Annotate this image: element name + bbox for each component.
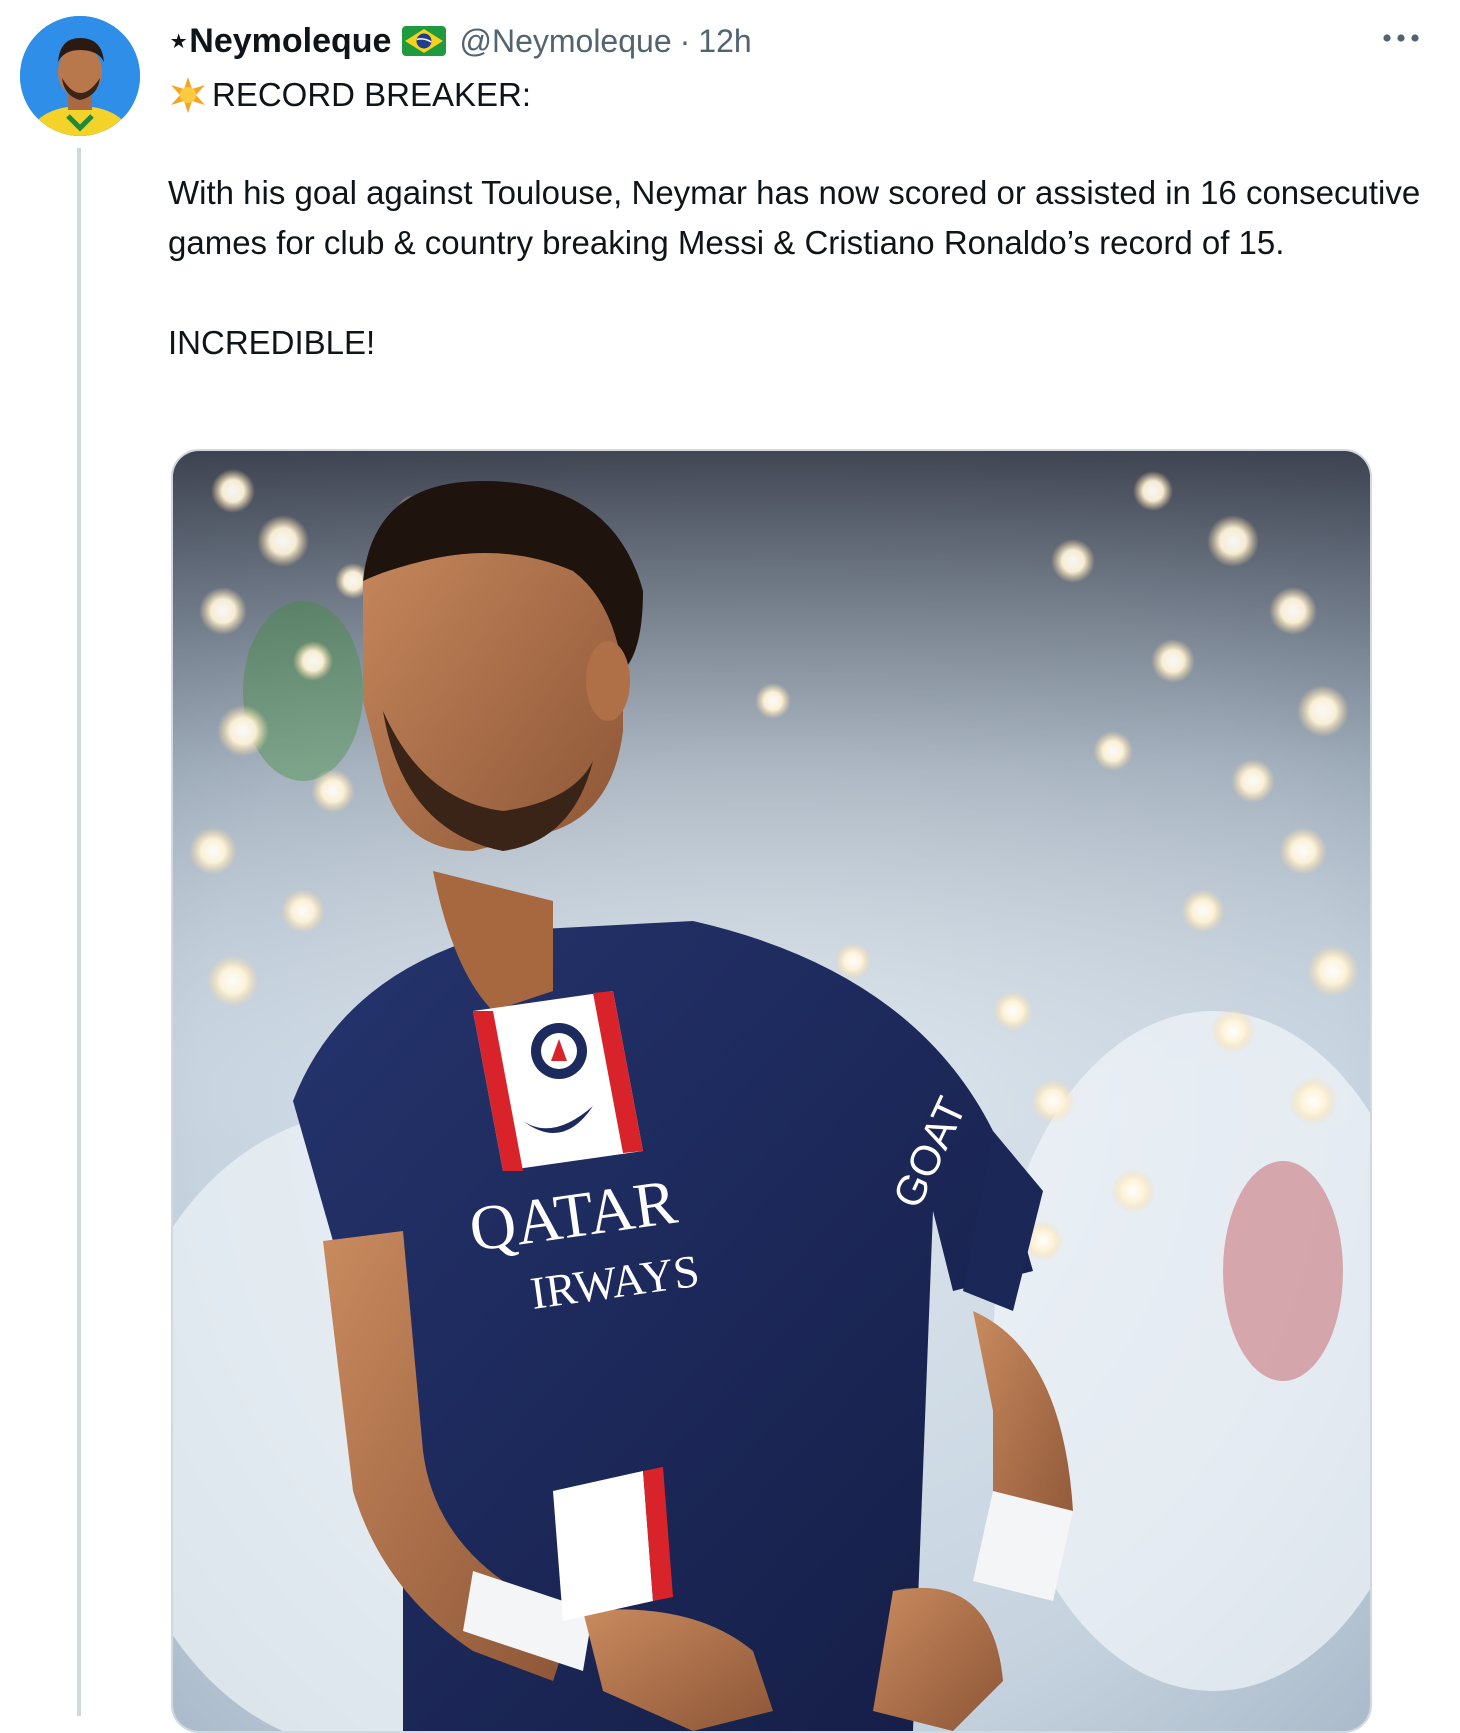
user-handle[interactable]: @Neymoleque bbox=[459, 23, 671, 60]
tweet-body: With his goal against Toulouse, Neymar h… bbox=[168, 174, 1421, 261]
separator-dot: · bbox=[679, 22, 691, 59]
tweet-text: RECORD BREAKER: With his goal against To… bbox=[168, 70, 1428, 368]
brazil-flag-icon bbox=[401, 25, 447, 57]
sparkle-star-icon bbox=[171, 77, 205, 113]
avatar-image bbox=[20, 16, 140, 136]
thread-line bbox=[77, 148, 81, 1716]
tweet-headline: RECORD BREAKER: bbox=[212, 76, 532, 113]
timestamp[interactable]: 12h bbox=[698, 23, 751, 60]
display-name[interactable]: ⋆Neymoleque bbox=[168, 21, 391, 61]
tweet-media-photo[interactable]: QATAR IRWAYS GOAT bbox=[171, 449, 1372, 1733]
avatar[interactable] bbox=[20, 16, 140, 136]
tweet: ⋆Neymoleque @Neymoleque · 12h RECORD BRE bbox=[0, 0, 1460, 1733]
tweet-closing: INCREDIBLE! bbox=[168, 324, 376, 361]
player-photo: QATAR IRWAYS GOAT bbox=[173, 451, 1370, 1731]
tweet-header: ⋆Neymoleque @Neymoleque · 12h bbox=[168, 18, 752, 64]
tweet-headline-line: RECORD BREAKER: bbox=[168, 70, 1428, 120]
more-options-icon[interactable] bbox=[1376, 18, 1426, 58]
